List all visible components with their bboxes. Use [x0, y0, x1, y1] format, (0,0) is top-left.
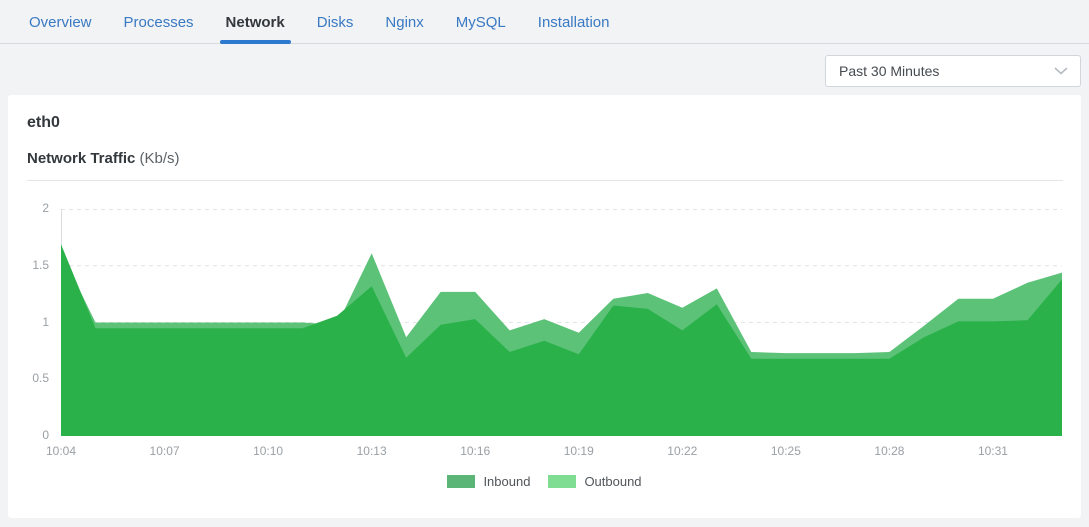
time-range-value: Past 30 Minutes: [839, 63, 1054, 79]
x-axis-label: 10:25: [771, 444, 801, 458]
y-axis-label: 0.5: [8, 371, 49, 385]
tab-processes[interactable]: Processes: [118, 0, 200, 43]
chart-header: Network Traffic (Kb/s): [27, 150, 180, 167]
legend-label: Inbound: [483, 474, 530, 489]
x-axis-label: 10:04: [46, 444, 76, 458]
legend-swatch-outbound: [548, 475, 576, 488]
tab-overview[interactable]: Overview: [23, 0, 98, 43]
network-monitoring-page: Overview Processes Network Disks Nginx MySQL I…: [0, 0, 1089, 527]
chart-title: Network Traffic: [27, 150, 135, 167]
legend-item-outbound: Outbound: [548, 474, 641, 489]
y-axis-label: 0: [8, 428, 49, 442]
y-axis: 00.511.52: [8, 209, 49, 436]
y-axis-label: 1.5: [8, 258, 49, 272]
legend-label: Outbound: [584, 474, 641, 489]
legend-swatch-inbound: [447, 475, 475, 488]
plot-area: [61, 209, 1062, 436]
x-axis: 10:0410:0710:1010:1310:1610:1910:2210:25…: [61, 444, 1062, 460]
legend-item-inbound: Inbound: [447, 474, 530, 489]
x-axis-label: 10:31: [978, 444, 1008, 458]
x-axis-label: 10:19: [564, 444, 594, 458]
x-axis-label: 10:10: [253, 444, 283, 458]
title-divider: [27, 180, 1063, 181]
chart-legend: Inbound Outbound: [8, 474, 1081, 489]
tab-network[interactable]: Network: [220, 0, 291, 43]
time-range-select[interactable]: Past 30 Minutes: [825, 55, 1081, 87]
x-axis-label: 10:13: [357, 444, 387, 458]
traffic-chart: [61, 209, 1062, 436]
chevron-down-icon: [1054, 67, 1068, 75]
x-axis-label: 10:16: [460, 444, 490, 458]
y-axis-label: 2: [8, 201, 49, 215]
x-axis-label: 10:07: [150, 444, 180, 458]
y-axis-label: 1: [8, 315, 49, 329]
chart-card: eth0 Network Traffic (Kb/s) 0 0.5 1 1.5 2 10…: [8, 95, 1081, 518]
tab-bar: Overview Processes Network Disks Nginx MySQL I…: [0, 0, 1089, 44]
tab-disks[interactable]: Disks: [311, 0, 360, 43]
interface-title: eth0: [27, 114, 60, 132]
x-axis-label: 10:28: [874, 444, 904, 458]
chart-unit: (Kb/s): [140, 150, 180, 167]
toolbar: Past 30 Minutes: [0, 44, 1089, 95]
tab-mysql[interactable]: MySQL: [450, 0, 512, 43]
tab-nginx[interactable]: Nginx: [379, 0, 429, 43]
x-axis-label: 10:22: [667, 444, 697, 458]
tab-installation[interactable]: Installation: [532, 0, 616, 43]
